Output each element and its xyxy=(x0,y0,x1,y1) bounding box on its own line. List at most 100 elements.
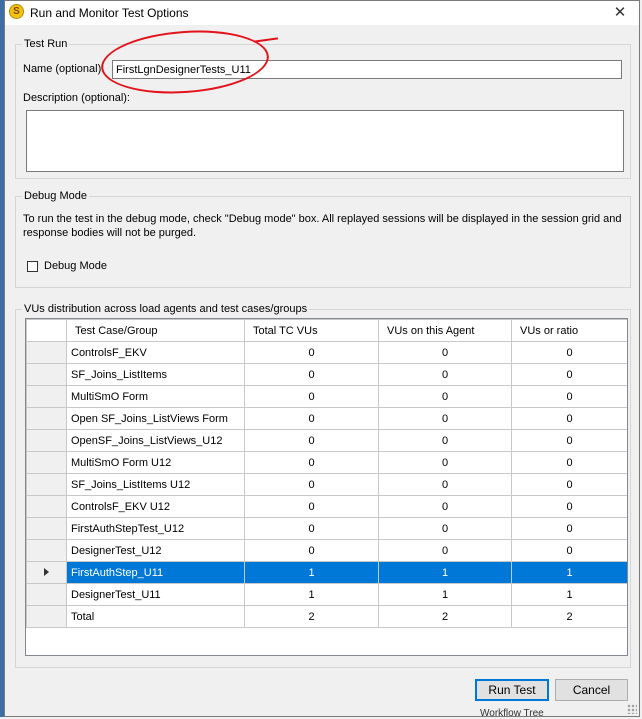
annotation-stroke xyxy=(253,37,279,43)
dialog-window: S Run and Monitor Test Options ✕ Test Ru… xyxy=(4,0,640,717)
agent-vus-cell[interactable]: 0 xyxy=(378,341,512,364)
table-row[interactable]: DesignerTest_U11 1 1 1 xyxy=(26,583,627,606)
row-header[interactable] xyxy=(26,561,67,584)
table-row-selected[interactable]: FirstAuthStep_U11 1 1 1 xyxy=(26,561,627,584)
test-case-cell[interactable]: SF_Joins_ListItems xyxy=(66,363,245,386)
test-run-legend: Test Run xyxy=(22,37,70,51)
table-row[interactable]: ControlsF_EKV 0 0 0 xyxy=(26,341,627,364)
agent-vus-cell[interactable]: 0 xyxy=(378,473,512,496)
vus-distribution-legend: VUs distribution across load agents and … xyxy=(22,302,310,316)
vus-distribution-grid[interactable]: Test Case/Group Total TC VUs VUs on this… xyxy=(25,318,628,656)
row-header[interactable] xyxy=(26,473,67,496)
total-vus-cell[interactable]: 0 xyxy=(244,451,379,474)
column-header-vus-agent[interactable]: VUs on this Agent xyxy=(378,319,512,342)
total-vus-cell[interactable]: 0 xyxy=(244,473,379,496)
debug-info-line1: To run the test in the debug mode, check… xyxy=(23,213,622,225)
table-row[interactable]: DesignerTest_U12 0 0 0 xyxy=(26,539,627,562)
row-header[interactable] xyxy=(26,407,67,430)
app-icon: S xyxy=(9,4,24,19)
ratio-cell[interactable]: 0 xyxy=(511,451,627,474)
row-header[interactable] xyxy=(26,363,67,386)
row-header[interactable] xyxy=(26,539,67,562)
table-row[interactable]: MultiSmO Form U12 0 0 0 xyxy=(26,451,627,474)
ratio-cell[interactable]: 0 xyxy=(511,363,627,386)
row-header[interactable] xyxy=(26,605,67,628)
agent-vus-cell[interactable]: 2 xyxy=(378,605,512,628)
table-row[interactable]: FirstAuthStepTest_U12 0 0 0 xyxy=(26,517,627,540)
test-case-cell[interactable]: DesignerTest_U11 xyxy=(66,583,245,606)
debug-mode-legend: Debug Mode xyxy=(22,189,89,203)
agent-vus-cell[interactable]: 0 xyxy=(378,495,512,518)
test-case-cell[interactable]: DesignerTest_U12 xyxy=(66,539,245,562)
table-row-total[interactable]: Total 2 2 2 xyxy=(26,605,627,628)
table-row[interactable]: SF_Joins_ListItems U12 0 0 0 xyxy=(26,473,627,496)
total-vus-cell[interactable]: 1 xyxy=(244,561,379,584)
table-row[interactable]: Open SF_Joins_ListViews Form 0 0 0 xyxy=(26,407,627,430)
agent-vus-cell[interactable]: 0 xyxy=(378,407,512,430)
row-header[interactable] xyxy=(26,341,67,364)
test-case-cell[interactable]: Total xyxy=(66,605,245,628)
ratio-cell[interactable]: 0 xyxy=(511,429,627,452)
total-vus-cell[interactable]: 0 xyxy=(244,363,379,386)
agent-vus-cell[interactable]: 1 xyxy=(378,583,512,606)
total-vus-cell[interactable]: 0 xyxy=(244,517,379,540)
ratio-cell[interactable]: 0 xyxy=(511,517,627,540)
debug-mode-checkbox[interactable] xyxy=(27,261,38,272)
debug-info-line2: response bodies will not be purged. xyxy=(23,227,197,239)
test-case-cell[interactable]: FirstAuthStep_U11 xyxy=(66,561,245,584)
row-header[interactable] xyxy=(26,583,67,606)
test-case-cell[interactable]: ControlsF_EKV xyxy=(66,341,245,364)
table-row[interactable]: MultiSmO Form 0 0 0 xyxy=(26,385,627,408)
table-row[interactable]: SF_Joins_ListItems 0 0 0 xyxy=(26,363,627,386)
ratio-cell[interactable]: 2 xyxy=(511,605,627,628)
ratio-cell[interactable]: 0 xyxy=(511,341,627,364)
test-case-cell[interactable]: ControlsF_EKV U12 xyxy=(66,495,245,518)
run-test-button[interactable]: Run Test xyxy=(475,679,549,701)
close-icon[interactable]: ✕ xyxy=(605,1,635,25)
resize-grip[interactable] xyxy=(627,704,637,714)
test-case-cell[interactable]: MultiSmO Form U12 xyxy=(66,451,245,474)
table-row[interactable]: OpenSF_Joins_ListViews_U12 0 0 0 xyxy=(26,429,627,452)
ratio-cell[interactable]: 0 xyxy=(511,473,627,496)
total-vus-cell[interactable]: 2 xyxy=(244,605,379,628)
agent-vus-cell[interactable]: 0 xyxy=(378,539,512,562)
total-vus-cell[interactable]: 0 xyxy=(244,341,379,364)
total-vus-cell[interactable]: 0 xyxy=(244,407,379,430)
test-case-cell[interactable]: FirstAuthStepTest_U12 xyxy=(66,517,245,540)
total-vus-cell[interactable]: 0 xyxy=(244,429,379,452)
ratio-cell[interactable]: 0 xyxy=(511,495,627,518)
test-case-cell[interactable]: SF_Joins_ListItems U12 xyxy=(66,473,245,496)
debug-mode-checkbox-label[interactable]: Debug Mode xyxy=(44,260,107,272)
row-header[interactable] xyxy=(26,385,67,408)
agent-vus-cell[interactable]: 1 xyxy=(378,561,512,584)
total-vus-cell[interactable]: 0 xyxy=(244,539,379,562)
column-header-test-case[interactable]: Test Case/Group xyxy=(66,319,245,342)
table-row[interactable]: ControlsF_EKV U12 0 0 0 xyxy=(26,495,627,518)
agent-vus-cell[interactable]: 0 xyxy=(378,517,512,540)
table-header-row: Test Case/Group Total TC VUs VUs on this… xyxy=(26,319,627,342)
row-header[interactable] xyxy=(26,495,67,518)
total-vus-cell[interactable]: 0 xyxy=(244,495,379,518)
row-header[interactable] xyxy=(26,517,67,540)
test-case-cell[interactable]: MultiSmO Form xyxy=(66,385,245,408)
row-header[interactable] xyxy=(26,429,67,452)
agent-vus-cell[interactable]: 0 xyxy=(378,363,512,386)
current-row-arrow-icon xyxy=(44,567,49,576)
test-case-cell[interactable]: Open SF_Joins_ListViews Form xyxy=(66,407,245,430)
total-vus-cell[interactable]: 0 xyxy=(244,385,379,408)
description-input[interactable] xyxy=(26,110,624,172)
ratio-cell[interactable]: 0 xyxy=(511,539,627,562)
test-case-cell[interactable]: OpenSF_Joins_ListViews_U12 xyxy=(66,429,245,452)
column-header-vus-ratio[interactable]: VUs or ratio xyxy=(511,319,627,342)
ratio-cell[interactable]: 0 xyxy=(511,407,627,430)
ratio-cell[interactable]: 1 xyxy=(511,561,627,584)
agent-vus-cell[interactable]: 0 xyxy=(378,451,512,474)
agent-vus-cell[interactable]: 0 xyxy=(378,429,512,452)
row-header[interactable] xyxy=(26,451,67,474)
cancel-button[interactable]: Cancel xyxy=(555,679,628,701)
total-vus-cell[interactable]: 1 xyxy=(244,583,379,606)
ratio-cell[interactable]: 0 xyxy=(511,385,627,408)
column-header-total-tc-vus[interactable]: Total TC VUs xyxy=(244,319,379,342)
ratio-cell[interactable]: 1 xyxy=(511,583,627,606)
agent-vus-cell[interactable]: 0 xyxy=(378,385,512,408)
